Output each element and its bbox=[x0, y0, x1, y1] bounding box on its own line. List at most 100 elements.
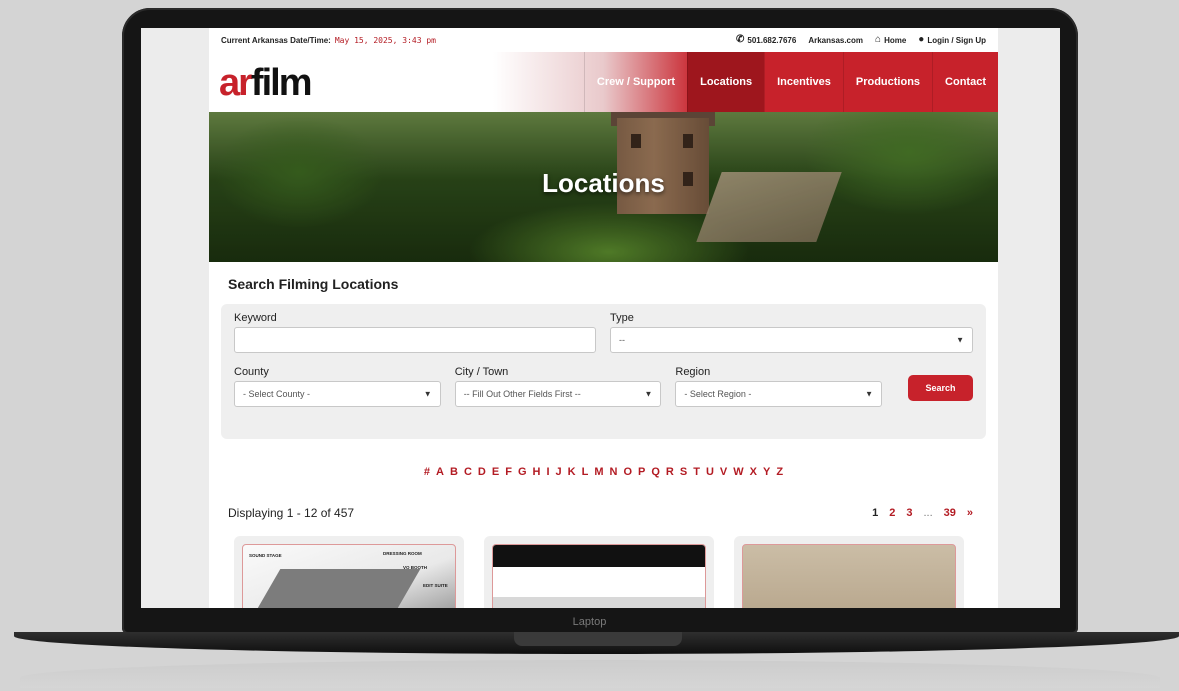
search-button[interactable]: Search bbox=[908, 375, 974, 401]
login-link-label: Login / Sign Up bbox=[927, 35, 986, 45]
datetime-label: Current Arkansas Date/Time: bbox=[221, 35, 331, 45]
logo-part-ar: ar bbox=[219, 62, 253, 104]
alpha-link[interactable]: T bbox=[693, 466, 700, 478]
alpha-link[interactable]: W bbox=[733, 466, 743, 478]
laptop-notch bbox=[514, 632, 682, 646]
alpha-link[interactable]: E bbox=[492, 466, 499, 478]
page-next-link[interactable]: » bbox=[967, 507, 973, 519]
city-select[interactable]: -- Fill Out Other Fields First -- ▼ bbox=[454, 381, 662, 407]
alpha-link[interactable]: P bbox=[638, 466, 645, 478]
alpha-link[interactable]: M bbox=[594, 466, 603, 478]
page-link-1[interactable]: 1 bbox=[872, 507, 878, 519]
phone-number: 501.682.7676 bbox=[747, 35, 797, 45]
location-card[interactable]: SOUND STAGE DRESSING ROOM VO BOOTH EDIT … bbox=[234, 536, 464, 608]
user-icon: ● bbox=[918, 34, 925, 45]
chevron-down-icon: ▼ bbox=[423, 389, 432, 399]
alpha-link[interactable]: Q bbox=[651, 466, 660, 478]
arkansas-link-label: Arkansas.com bbox=[808, 35, 864, 45]
arfilm-logo[interactable]: arfilm bbox=[219, 62, 313, 105]
home-link[interactable]: ⌂ Home bbox=[875, 35, 906, 45]
chevron-down-icon: ▼ bbox=[865, 389, 874, 399]
alphabet-filter: # A B C D E F G H I J K L M N O P Q R S T U V W X Y Z bbox=[221, 466, 986, 478]
alpha-link[interactable]: A bbox=[436, 466, 444, 478]
city-label: City / Town bbox=[454, 366, 509, 378]
alpha-link[interactable]: Y bbox=[763, 466, 770, 478]
keyword-input[interactable] bbox=[234, 327, 596, 353]
alpha-link[interactable]: C bbox=[464, 466, 472, 478]
region-select-value: - Select Region - bbox=[684, 389, 752, 399]
alpha-link[interactable]: F bbox=[505, 466, 512, 478]
alpha-link[interactable]: K bbox=[568, 466, 576, 478]
alpha-link[interactable]: # bbox=[424, 466, 430, 478]
arkansas-link[interactable]: Arkansas.com bbox=[808, 36, 863, 45]
page-link-2[interactable]: 2 bbox=[889, 507, 895, 519]
location-card[interactable] bbox=[734, 536, 964, 608]
location-card-image bbox=[492, 544, 706, 608]
region-select[interactable]: - Select Region - ▼ bbox=[675, 381, 883, 407]
main-nav: Crew / Support Locations Incentives Prod… bbox=[583, 52, 998, 112]
region-label: Region bbox=[675, 366, 711, 378]
main-content: Search Filming Locations Keyword Type --… bbox=[209, 262, 998, 608]
results-count: Displaying 1 - 12 of 457 bbox=[228, 506, 355, 520]
website: Current Arkansas Date/Time: May 15, 2025… bbox=[209, 28, 998, 608]
hero-banner: Locations bbox=[209, 112, 998, 262]
alpha-link[interactable]: R bbox=[666, 466, 674, 478]
card-label: SOUND STAGE bbox=[249, 553, 282, 558]
alpha-link[interactable]: B bbox=[450, 466, 458, 478]
nav-contact[interactable]: Contact bbox=[932, 52, 998, 112]
alpha-link[interactable]: O bbox=[623, 466, 632, 478]
location-card-image: SOUND STAGE DRESSING ROOM VO BOOTH EDIT … bbox=[242, 544, 456, 608]
nav-incentives[interactable]: Incentives bbox=[764, 52, 843, 112]
results-bar: Displaying 1 - 12 of 457 1 2 3 ... 39 » bbox=[221, 506, 986, 520]
alpha-link[interactable]: U bbox=[706, 466, 714, 478]
location-card-image bbox=[742, 544, 956, 608]
alpha-link[interactable]: X bbox=[750, 466, 757, 478]
county-select[interactable]: - Select County - ▼ bbox=[234, 381, 441, 407]
chevron-down-icon: ▼ bbox=[644, 389, 653, 399]
laptop-screen: Current Arkansas Date/Time: May 15, 2025… bbox=[141, 28, 1060, 608]
alpha-link[interactable]: H bbox=[533, 466, 541, 478]
alpha-link[interactable]: D bbox=[478, 466, 486, 478]
alpha-link[interactable]: L bbox=[582, 466, 589, 478]
page-ellipsis: ... bbox=[923, 507, 933, 519]
datetime-value: May 15, 2025, 3:43 pm bbox=[334, 35, 436, 45]
keyword-label: Keyword bbox=[234, 312, 277, 324]
search-panel: Keyword Type -- ▼ County - Select County… bbox=[221, 304, 986, 439]
card-label: VO BOOTH bbox=[403, 565, 428, 570]
phone-icon: ✆ bbox=[735, 34, 745, 45]
site-header: arfilm Crew / Support Locations Incentiv… bbox=[209, 52, 998, 112]
page-link-39[interactable]: 39 bbox=[944, 507, 956, 519]
nav-locations[interactable]: Locations bbox=[687, 52, 765, 112]
alpha-link[interactable]: S bbox=[680, 466, 687, 478]
home-icon: ⌂ bbox=[875, 34, 882, 45]
card-label: EDIT SUITE bbox=[423, 583, 448, 588]
county-select-value: - Select County - bbox=[243, 389, 311, 399]
location-cards: SOUND STAGE DRESSING ROOM VO BOOTH EDIT … bbox=[221, 536, 986, 608]
top-bar: Current Arkansas Date/Time: May 15, 2025… bbox=[209, 28, 998, 52]
hero-title: Locations bbox=[542, 168, 665, 198]
alpha-link[interactable]: N bbox=[610, 466, 618, 478]
type-select-value: -- bbox=[619, 335, 625, 345]
alpha-link[interactable]: G bbox=[518, 466, 527, 478]
county-label: County bbox=[234, 366, 269, 378]
nav-productions[interactable]: Productions bbox=[842, 52, 932, 112]
nav-crew-support[interactable]: Crew / Support bbox=[583, 52, 687, 112]
home-link-label: Home bbox=[884, 35, 907, 45]
type-select[interactable]: -- ▼ bbox=[610, 327, 973, 353]
logo-part-film: film bbox=[250, 62, 313, 104]
alpha-link[interactable]: I bbox=[546, 466, 549, 478]
alpha-link[interactable]: J bbox=[556, 466, 562, 478]
page-link-3[interactable]: 3 bbox=[906, 507, 912, 519]
phone-link[interactable]: ✆ 501.682.7676 bbox=[736, 35, 796, 45]
alpha-link[interactable]: Z bbox=[776, 466, 783, 478]
pagination: 1 2 3 ... 39 » bbox=[872, 507, 973, 519]
login-link[interactable]: ● Login / Sign Up bbox=[918, 35, 986, 45]
laptop-label: Laptop bbox=[572, 616, 607, 628]
card-label: DRESSING ROOM bbox=[383, 551, 422, 556]
type-label: Type bbox=[610, 312, 634, 324]
alpha-link[interactable]: V bbox=[720, 466, 727, 478]
location-card[interactable] bbox=[484, 536, 714, 608]
city-select-value: -- Fill Out Other Fields First -- bbox=[463, 389, 581, 399]
chevron-down-icon: ▼ bbox=[956, 335, 964, 345]
search-heading: Search Filming Locations bbox=[228, 276, 399, 292]
